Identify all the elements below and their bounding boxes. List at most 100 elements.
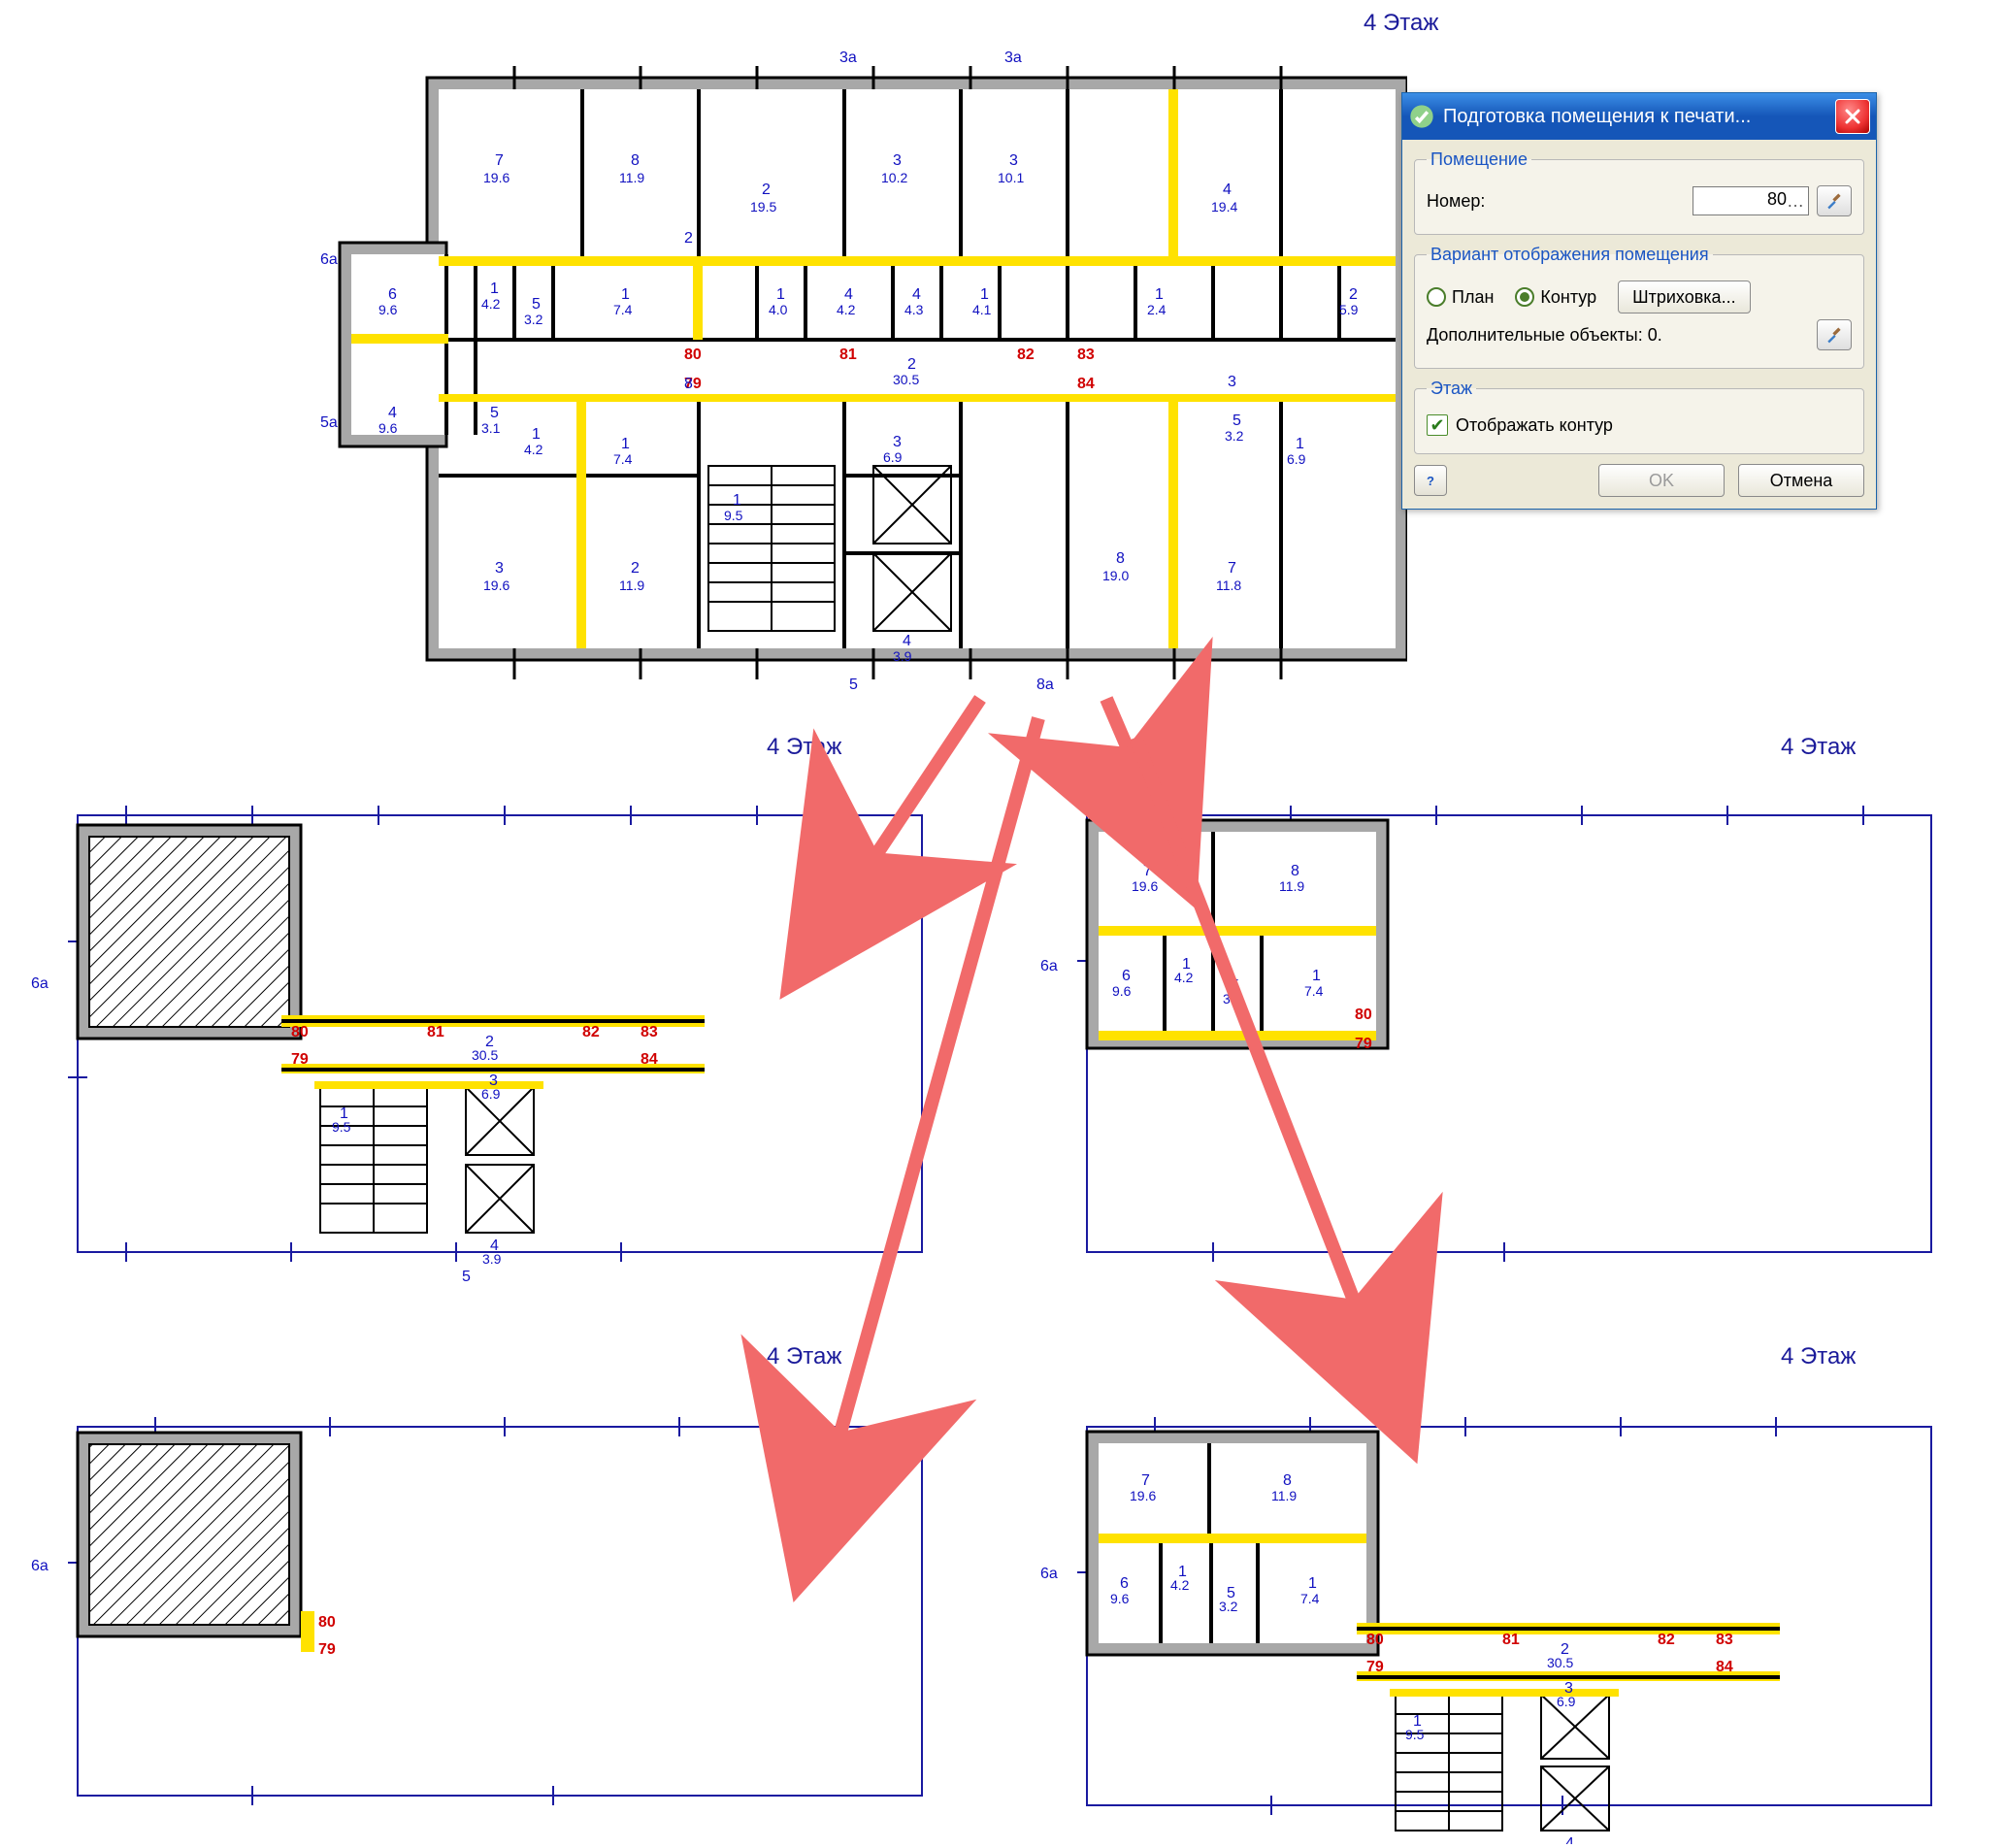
- svg-text:9.6: 9.6: [378, 420, 398, 436]
- floor-label-v4: 4 Этаж: [1781, 1343, 1856, 1370]
- svg-text:3a: 3a: [839, 50, 857, 66]
- ok-button[interactable]: OK: [1598, 464, 1725, 497]
- svg-text:7.4: 7.4: [613, 302, 633, 317]
- svg-text:6a: 6a: [1040, 1566, 1058, 1582]
- number-input[interactable]: 80 …: [1693, 186, 1809, 215]
- svg-text:7: 7: [1228, 560, 1236, 577]
- main-floorplan: 3a 3a 6a 5a 5 8a: [301, 49, 1407, 694]
- eyedropper-button-2[interactable]: [1817, 319, 1852, 350]
- svg-text:30.5: 30.5: [1547, 1655, 1573, 1670]
- svg-text:5: 5: [462, 1269, 471, 1285]
- radio-plan-label: План: [1452, 287, 1494, 308]
- svg-text:6.9: 6.9: [1287, 451, 1306, 467]
- svg-text:2: 2: [631, 560, 640, 577]
- svg-text:84: 84: [641, 1051, 658, 1068]
- svg-text:19.0: 19.0: [1102, 568, 1129, 583]
- group-room: Помещение Номер: 80 …: [1414, 149, 1864, 235]
- show-contour-label: Отображать контур: [1456, 415, 1613, 436]
- svg-text:9.6: 9.6: [1110, 1591, 1130, 1606]
- svg-text:3.1: 3.1: [481, 420, 501, 436]
- svg-text:83: 83: [1077, 346, 1095, 363]
- show-contour-checkbox[interactable]: Отображать контур: [1427, 414, 1613, 436]
- group-room-legend: Помещение: [1427, 149, 1531, 170]
- svg-text:82: 82: [582, 1024, 600, 1040]
- floor-label-v1: 4 Этаж: [767, 734, 841, 761]
- svg-text:3.9: 3.9: [482, 1251, 502, 1267]
- group-view: Вариант отображения помещения План Конту…: [1414, 245, 1864, 369]
- variant-2: 719.6 811.9 69.6 14.2 53.2 17.4 80 79 6a: [1019, 767, 1989, 1291]
- radio-contour-bullet: [1515, 287, 1534, 307]
- svg-text:8: 8: [631, 152, 640, 169]
- svg-text:2.4: 2.4: [1147, 302, 1167, 317]
- svg-text:1: 1: [1308, 1575, 1317, 1592]
- svg-text:8: 8: [1116, 550, 1125, 567]
- svg-text:9.6: 9.6: [378, 302, 398, 317]
- help-button[interactable]: ?: [1414, 465, 1447, 496]
- svg-text:9.5: 9.5: [1405, 1727, 1425, 1742]
- svg-text:83: 83: [641, 1024, 658, 1040]
- svg-text:3: 3: [893, 152, 902, 169]
- svg-text:3: 3: [893, 434, 902, 450]
- svg-text:4.2: 4.2: [481, 296, 501, 312]
- svg-text:8: 8: [1283, 1472, 1292, 1489]
- svg-text:1: 1: [490, 280, 499, 297]
- svg-text:9.5: 9.5: [332, 1119, 351, 1135]
- svg-text:6a: 6a: [31, 975, 49, 992]
- svg-text:80: 80: [1355, 1006, 1372, 1023]
- svg-text:81: 81: [427, 1024, 444, 1040]
- svg-text:6: 6: [1120, 1575, 1129, 1592]
- hatch-button[interactable]: Штриховка...: [1618, 280, 1750, 314]
- svg-text:3a: 3a: [1004, 50, 1022, 66]
- svg-text:83: 83: [1716, 1632, 1733, 1648]
- app-icon: [1408, 103, 1435, 130]
- svg-text:4.2: 4.2: [1174, 970, 1194, 985]
- close-button[interactable]: [1835, 99, 1870, 134]
- number-value: 80: [1767, 189, 1787, 209]
- variant-3: 80 79 6a: [10, 1378, 980, 1834]
- svg-text:3.2: 3.2: [1225, 428, 1244, 444]
- svg-text:6a: 6a: [320, 251, 338, 268]
- svg-text:19.6: 19.6: [1132, 878, 1158, 894]
- svg-text:11.9: 11.9: [1279, 878, 1304, 894]
- svg-text:3: 3: [1009, 152, 1018, 169]
- svg-text:10.2: 10.2: [881, 170, 907, 185]
- radio-contour[interactable]: Контур: [1515, 287, 1596, 308]
- radio-plan[interactable]: План: [1427, 287, 1494, 308]
- svg-text:6a: 6a: [1040, 958, 1058, 974]
- dialog-titlebar[interactable]: Подготовка помещения к печати...: [1402, 93, 1876, 140]
- svg-text:1: 1: [621, 286, 630, 303]
- svg-text:80: 80: [291, 1024, 309, 1040]
- svg-text:84: 84: [1716, 1659, 1733, 1675]
- svg-text:19.5: 19.5: [750, 199, 776, 214]
- checkbox-box: [1427, 414, 1448, 436]
- svg-text:5: 5: [490, 405, 499, 421]
- svg-text:3: 3: [495, 560, 504, 577]
- radio-contour-label: Контур: [1540, 287, 1596, 308]
- svg-text:6: 6: [1122, 968, 1131, 984]
- group-view-legend: Вариант отображения помещения: [1427, 245, 1713, 265]
- svg-text:1: 1: [621, 436, 630, 452]
- svg-text:82: 82: [1658, 1632, 1675, 1648]
- svg-text:79: 79: [1355, 1036, 1372, 1052]
- svg-text:11.9: 11.9: [619, 578, 644, 593]
- svg-text:19.6: 19.6: [483, 170, 509, 185]
- svg-text:6.9: 6.9: [883, 449, 903, 465]
- svg-text:4: 4: [844, 286, 853, 303]
- number-more-icon[interactable]: …: [1787, 191, 1804, 212]
- svg-text:4.2: 4.2: [1170, 1577, 1190, 1593]
- svg-text:7.4: 7.4: [1304, 983, 1324, 999]
- svg-text:80: 80: [1366, 1632, 1384, 1648]
- svg-text:5: 5: [1233, 412, 1241, 429]
- svg-text:81: 81: [1502, 1632, 1520, 1648]
- svg-text:4.3: 4.3: [904, 302, 924, 317]
- svg-text:19.6: 19.6: [483, 578, 509, 593]
- cancel-button[interactable]: Отмена: [1738, 464, 1864, 497]
- svg-text:1: 1: [733, 492, 741, 509]
- dialog-title: Подготовка помещения к печати...: [1443, 106, 1835, 128]
- svg-text:7: 7: [1141, 1472, 1150, 1489]
- variant-1: 80 79 81 82 83 84 230.5: [10, 767, 980, 1291]
- eyedropper-button[interactable]: [1817, 185, 1852, 216]
- svg-text:11.8: 11.8: [1216, 578, 1241, 593]
- svg-text:4.1: 4.1: [972, 302, 992, 317]
- svg-text:1: 1: [1155, 286, 1164, 303]
